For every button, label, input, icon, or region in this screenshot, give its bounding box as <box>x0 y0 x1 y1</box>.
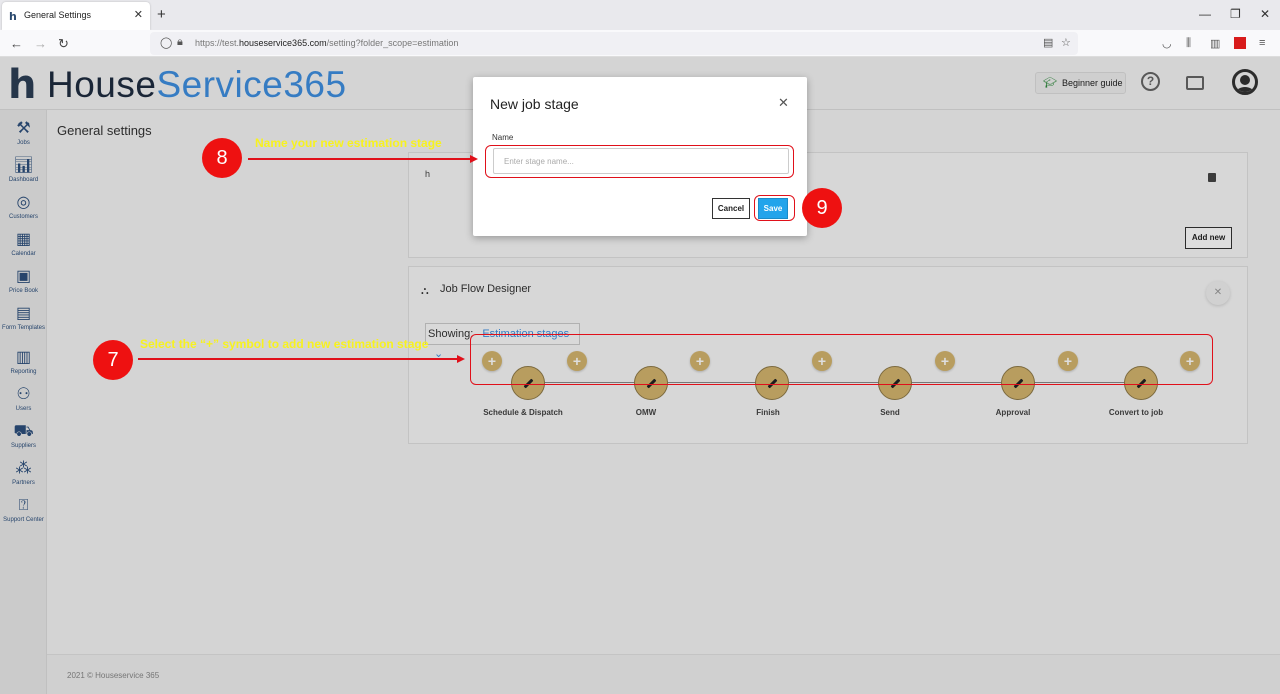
annotation-highlight-name-input <box>485 145 794 178</box>
annotation-step-8: 8 <box>202 138 242 178</box>
new-tab-icon[interactable]: + <box>157 6 166 23</box>
annotation-text-7: Select the “+” symbol to add new estimat… <box>140 337 429 351</box>
restore-icon[interactable]: ❐ <box>1230 7 1241 21</box>
annotation-arrowhead <box>457 355 465 363</box>
annotation-step-7: 7 <box>93 340 133 380</box>
name-label: Name <box>492 133 514 142</box>
extension-icon[interactable] <box>1234 37 1246 49</box>
sidebar-toggle-icon[interactable]: ▥ <box>1210 37 1220 50</box>
minimize-icon[interactable]: — <box>1199 7 1211 21</box>
lock-icon[interactable]: 🔒︎ <box>177 36 183 49</box>
favicon-icon: h <box>9 10 17 23</box>
close-icon[interactable]: ✕ <box>778 95 789 111</box>
browser-tab-bar: h General Settings ✕ + — ❐ ✕ <box>0 0 1280 30</box>
annotation-text-8: Name your new estimation stage <box>255 136 442 150</box>
annotation-step-9: 9 <box>802 188 842 228</box>
reader-view-icon[interactable]: ▤ <box>1043 36 1053 49</box>
back-icon[interactable]: ← <box>10 36 23 51</box>
bookmark-star-icon[interactable]: ☆ <box>1061 36 1071 49</box>
annotation-arrowhead <box>470 155 478 163</box>
dialog-title: New job stage <box>490 96 579 112</box>
browser-tab[interactable]: h General Settings ✕ <box>2 2 150 30</box>
annotation-highlight-plus-row <box>470 334 1213 385</box>
menu-icon[interactable]: ≡ <box>1259 37 1265 49</box>
reload-icon[interactable]: ↻ <box>58 36 69 52</box>
annotation-highlight-save <box>754 195 795 221</box>
shield-icon[interactable]: ◯ <box>160 36 172 49</box>
tab-title: General Settings <box>24 10 92 20</box>
cancel-button[interactable]: Cancel <box>712 198 750 219</box>
address-bar[interactable]: ◯ 🔒︎ https://test.houseservice365.com/se… <box>150 32 1078 55</box>
browser-nav-bar: ← → ↻ ◯ 🔒︎ https://test.houseservice365.… <box>0 30 1280 57</box>
close-window-icon[interactable]: ✕ <box>1260 7 1270 21</box>
library-icon[interactable]: ⫼ <box>1186 37 1191 50</box>
url-text[interactable]: https://test.houseservice365.com/setting… <box>195 38 458 48</box>
annotation-arrow-line <box>248 158 470 160</box>
close-tab-icon[interactable]: ✕ <box>134 8 143 21</box>
forward-icon[interactable]: → <box>34 36 47 51</box>
annotation-arrow-line <box>138 358 457 360</box>
pocket-icon[interactable]: ◡ <box>1162 37 1172 50</box>
